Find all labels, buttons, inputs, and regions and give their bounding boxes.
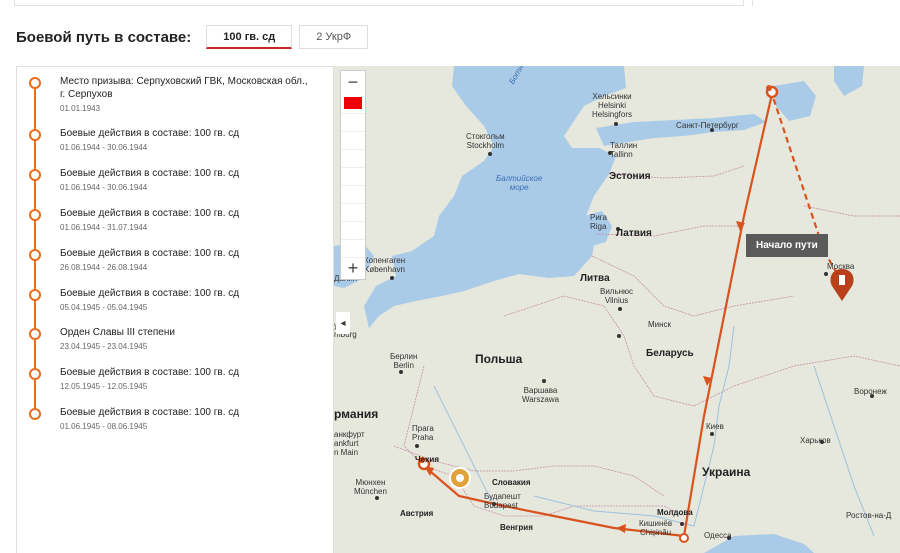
- zoom-level-step[interactable]: [341, 113, 365, 131]
- city-voronezh-label: Воронеж: [854, 387, 887, 396]
- event-date: 01.06.1945 - 08.06.1945: [60, 422, 148, 431]
- zoom-in-button[interactable]: +: [341, 257, 365, 279]
- country-poland-label: Польша: [475, 352, 523, 366]
- country-estonia-label: Эстония: [609, 171, 651, 182]
- city-kharkov-label: Харьков: [800, 436, 831, 445]
- timeline-dot-icon: [29, 209, 41, 221]
- country-moldova-label: Молдова: [657, 508, 693, 517]
- event-title: Боевые действия в составе: 100 гв. сд: [60, 128, 240, 139]
- baltic-sea-shape: [364, 66, 626, 328]
- event-date: 12.05.1945 - 12.05.1945: [60, 382, 148, 391]
- country-lithuania-label: Литва: [580, 273, 610, 284]
- city-prague-label: Прага Praha: [412, 424, 434, 442]
- city-moscow-label: Москва: [827, 262, 855, 271]
- event-date: 26.08.1944 - 26.08.1944: [60, 263, 148, 272]
- city-odessa-label: Одесса: [704, 531, 732, 540]
- event-date: 01.06.1944 - 30.06.1944: [60, 143, 148, 152]
- zoom-level-step[interactable]: [341, 167, 365, 185]
- route-map[interactable]: Ботн Хельсинки Helsinki Helsingfors Санк…: [334, 66, 900, 553]
- zoom-control: − +: [340, 70, 366, 280]
- city-helsinki-label: Хельсинки Helsinki Helsingfors: [592, 92, 633, 119]
- city-kyiv-label: Киев: [706, 422, 724, 431]
- timeline-dot-icon: [29, 408, 41, 420]
- event-date: 05.04.1945 - 05.04.1945: [60, 303, 148, 312]
- timeline-dot-icon: [29, 129, 41, 141]
- country-ukraine-label: Украина: [702, 465, 751, 479]
- event-title: Боевые действия в составе: 100 гв. сд: [60, 407, 240, 418]
- city-chisinau-label: Кишинёв Chișinău: [639, 519, 673, 537]
- event-date: 01.06.1944 - 31.07.1944: [60, 223, 148, 232]
- zoom-level-step[interactable]: [341, 239, 365, 257]
- event-title: Боевые действия в составе: 100 гв. сд: [60, 248, 240, 259]
- city-riga-label: Рига Riga: [590, 213, 607, 231]
- lake-onega-shape: [834, 66, 864, 96]
- timeline-dot-icon: [29, 249, 41, 261]
- top-panel-edge-right: [752, 0, 892, 6]
- combat-path-header: Боевой путь в составе: 100 гв. сд 2 УкрФ: [16, 24, 369, 50]
- city-rostov-label: Ростов-на-Д: [846, 511, 892, 520]
- country-hungary-label: Венгрия: [500, 523, 533, 532]
- event-title: Боевые действия в составе: 100 гв. сд: [60, 367, 240, 378]
- timeline-dot-icon: [29, 368, 41, 380]
- event-title: Орден Славы III степени: [60, 327, 175, 338]
- zoom-out-button[interactable]: −: [341, 71, 365, 93]
- event-date: 01.01.1943: [60, 104, 101, 113]
- country-belarus-label: Беларусь: [646, 348, 694, 359]
- route-start-tooltip: Начало пути: [746, 234, 828, 257]
- timeline-dot-icon: [29, 169, 41, 181]
- city-minsk-label: Минск: [648, 320, 672, 329]
- zoom-level-step[interactable]: [341, 149, 365, 167]
- country-austria-label: Австрия: [400, 509, 434, 518]
- zoom-level-step[interactable]: [341, 221, 365, 239]
- zoom-level-step[interactable]: [341, 203, 365, 221]
- country-germany-label: рмания: [334, 407, 379, 421]
- timeline-dot-icon: [29, 328, 41, 340]
- city-vilnius-label: Вильнюс Vilnius: [600, 287, 634, 305]
- zoom-level-indicator[interactable]: [344, 97, 362, 109]
- city-munich-label: Мюнхен München: [354, 478, 387, 496]
- map-canvas: [334, 66, 900, 553]
- zoom-level-step[interactable]: [341, 131, 365, 149]
- collapse-panel-button[interactable]: ◂: [336, 312, 350, 334]
- zoom-level-step[interactable]: [341, 185, 365, 203]
- country-slovakia-label: Словакия: [492, 478, 531, 487]
- city-berlin-label: Берлин Berlin: [390, 352, 418, 370]
- tab-100-gv-sd[interactable]: 100 гв. сд: [206, 25, 293, 49]
- top-panel-edge: [14, 0, 744, 6]
- city-copenhagen-label: Копенгаген København: [364, 256, 406, 274]
- timeline-panel: Место призыва: Серпуховский ГВК, Московс…: [16, 66, 334, 553]
- event-title: Боевые действия в составе: 100 гв. сд: [60, 288, 240, 299]
- tab-2-ukrf[interactable]: 2 УкрФ: [299, 25, 369, 49]
- city-frankfurt-label: анкфурт ankfurt n Main: [334, 430, 365, 457]
- country-czech-label: Чехия: [415, 455, 439, 464]
- event-title: Место призыва: Серпуховский ГВК, Московс…: [60, 76, 308, 100]
- country-latvia-label: Латвия: [616, 228, 652, 239]
- city-stockholm-label: Стокгольм Stockholm: [466, 132, 505, 150]
- city-tallinn-label: Таллин Tallinn: [610, 141, 638, 159]
- event-date: 23.04.1945 - 23.04.1945: [60, 342, 148, 351]
- timeline-dot-icon: [29, 289, 41, 301]
- baltic-sea-label: Балтийское море: [496, 174, 543, 192]
- event-title: Боевые действия в составе: 100 гв. сд: [60, 168, 240, 179]
- timeline-dot-icon: [29, 77, 41, 89]
- page-title: Боевой путь в составе:: [16, 28, 192, 46]
- top-strip: [0, 0, 900, 8]
- city-budapest-label: Будапешт Budapest: [484, 492, 521, 510]
- event-title: Боевые действия в составе: 100 гв. сд: [60, 208, 240, 219]
- city-warsaw-label: Варшава Warszawa: [522, 386, 560, 404]
- event-date: 01.06.1944 - 30.06.1944: [60, 183, 148, 192]
- city-stpete-label: Санкт-Петербург: [676, 121, 739, 130]
- lake-ladoga-shape: [774, 81, 816, 121]
